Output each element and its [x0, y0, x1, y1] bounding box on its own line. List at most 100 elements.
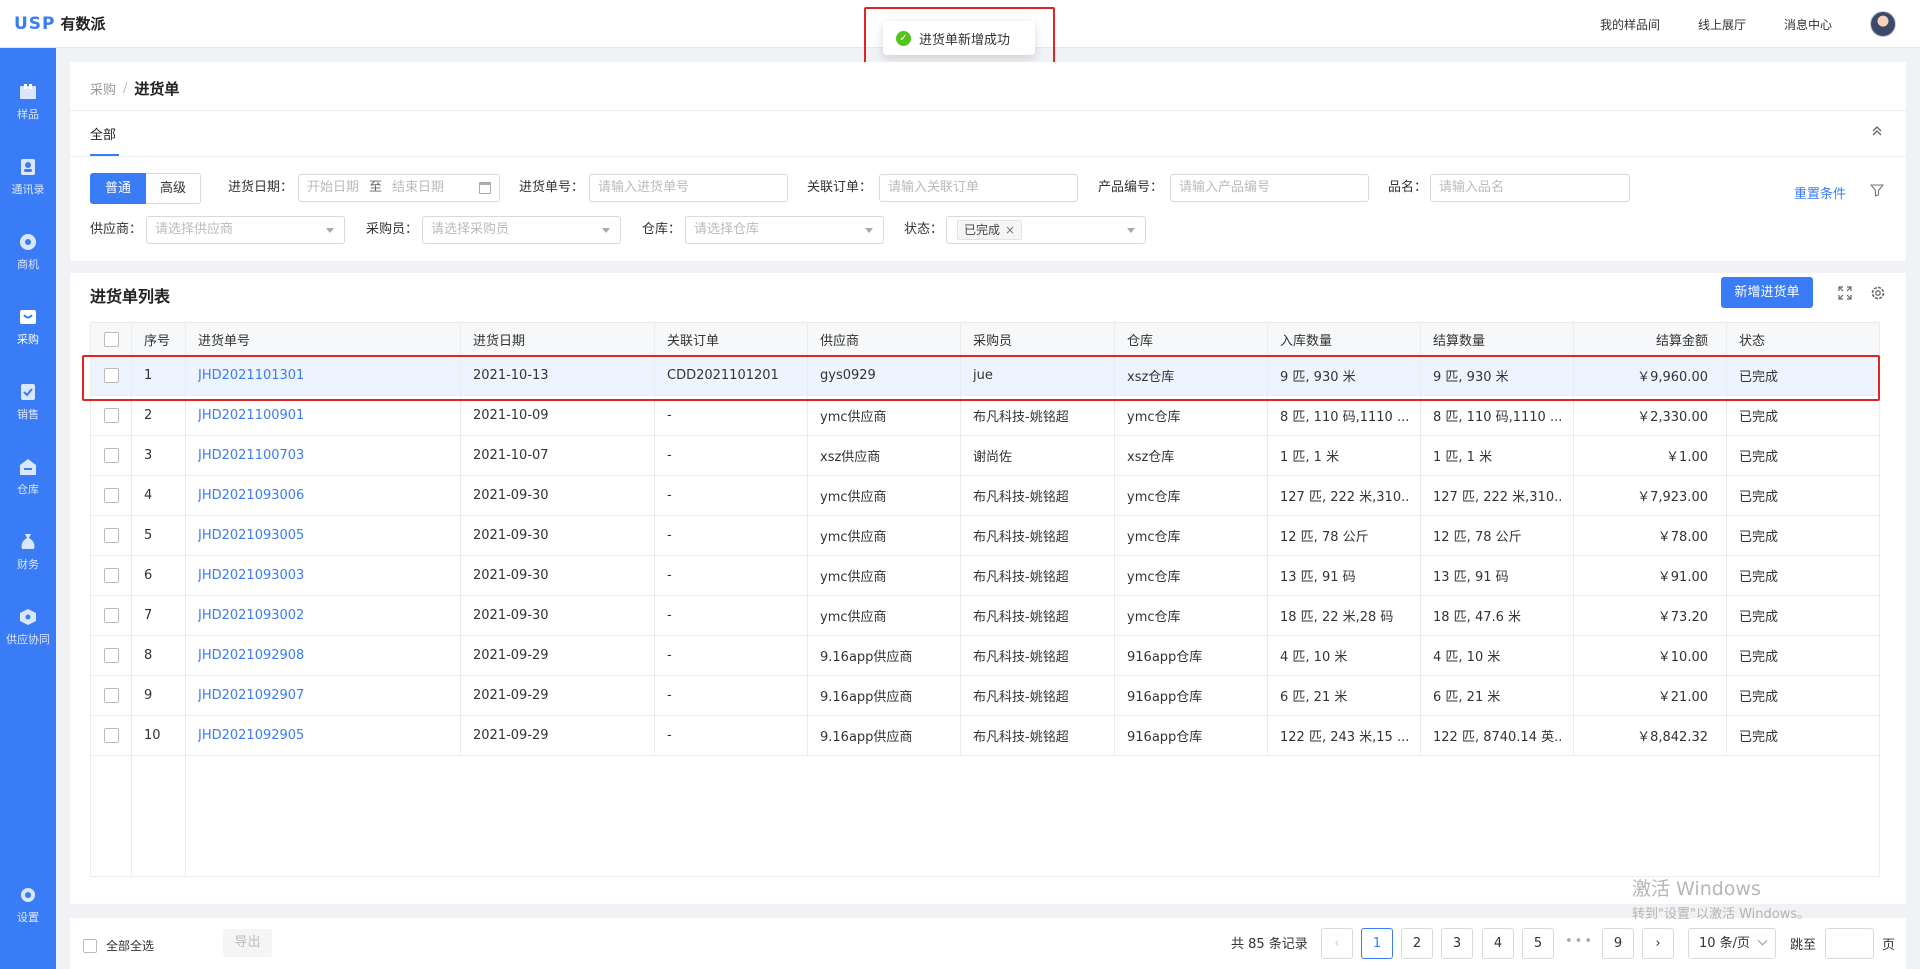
table-row[interactable]: 2 JHD2021100901 2021-10-09 - ymc供应商 布凡科技-姚铭超 y…	[91, 396, 1879, 436]
sidebar-item-contacts[interactable]: 通讯录	[0, 146, 56, 206]
page-1[interactable]: 1	[1361, 928, 1393, 959]
sidebar-item-sales[interactable]: 销售	[0, 371, 56, 431]
related-order-input[interactable]: 请输入关联订单	[879, 174, 1078, 202]
cell-supplier: ymc供应商	[820, 570, 887, 585]
cell-index: 5	[144, 528, 153, 543]
cell-order-no[interactable]: JHD2021093002	[198, 596, 304, 635]
table-row[interactable]: 10 JHD2021092905 2021-09-29 - 9.16app供应商 布凡科技…	[91, 716, 1879, 756]
sidebar-label: 样品	[17, 108, 39, 121]
row-checkbox[interactable]	[104, 728, 119, 743]
page-4[interactable]: 4	[1482, 928, 1514, 959]
tag-close-icon[interactable]: ×	[1005, 223, 1015, 237]
table-row[interactable]: 9 JHD2021092907 2021-09-29 - 9.16app供应商 布凡科技-…	[91, 676, 1879, 716]
breadcrumb-parent[interactable]: 采购	[90, 79, 116, 98]
row-checkbox[interactable]	[104, 568, 119, 583]
mode-advanced-button[interactable]: 高级	[146, 173, 202, 204]
gear-icon[interactable]	[1870, 285, 1886, 301]
table-row[interactable]: 3 JHD2021100703 2021-10-07 - xsz供应商 谢尚佐 xsz仓库 1…	[91, 436, 1879, 476]
row-checkbox[interactable]	[104, 688, 119, 703]
sidebar-item-sample[interactable]: 样品	[0, 71, 56, 131]
warehouse-select[interactable]: 请选择仓库	[685, 216, 884, 244]
mode-normal-button[interactable]: 普通	[90, 173, 147, 204]
table-row[interactable]: 8 JHD2021092908 2021-09-29 - 9.16app供应商 布凡科技-…	[91, 636, 1879, 676]
add-purchase-order-button[interactable]: 新增进货单	[1721, 277, 1813, 308]
page-size-select[interactable]: 10 条/页	[1688, 928, 1776, 959]
table-row[interactable]: 6 JHD2021093003 2021-09-30 - ymc供应商 布凡科技-姚铭超 y…	[91, 556, 1879, 596]
sidebar-item-warehouse[interactable]: 仓库	[0, 446, 56, 506]
cell-supplier: ymc供应商	[820, 610, 887, 625]
caret-down-icon	[1127, 228, 1135, 233]
sidebar-item-supply-collab[interactable]: 供应协同	[0, 596, 56, 656]
cell-index: 9	[144, 688, 153, 703]
row-checkbox[interactable]	[104, 608, 119, 623]
sidebar-item-purchase[interactable]: 采购	[0, 296, 56, 356]
cell-buyer: 布凡科技-姚铭超	[973, 650, 1069, 665]
cell-order-no[interactable]: JHD2021092907	[198, 676, 304, 715]
product-name-input[interactable]: 请输入品名	[1430, 174, 1630, 202]
nav-message-center[interactable]: 消息中心	[1784, 16, 1832, 33]
row-checkbox-cell	[104, 516, 119, 555]
row-checkbox[interactable]	[104, 648, 119, 663]
cell-order-no[interactable]: JHD2021100901	[198, 396, 304, 435]
fullscreen-icon[interactable]	[1837, 285, 1853, 301]
buyer-label: 采购员：	[366, 222, 419, 237]
cell-order-no[interactable]: JHD2021093006	[198, 476, 304, 515]
chevron-up-icon[interactable]	[1870, 124, 1884, 138]
cell-order-no[interactable]: JHD2021093003	[198, 556, 304, 595]
select-all-group[interactable]: 全部全选	[83, 937, 154, 954]
reset-filters-link[interactable]: 重置条件	[1794, 183, 1846, 202]
buyer-select[interactable]: 请选择采购员	[422, 216, 621, 244]
cell-order-no[interactable]: JHD2021093005	[198, 516, 304, 555]
tab-all[interactable]: 全部	[90, 124, 116, 143]
status-select[interactable]: 已完成 ×	[946, 216, 1146, 244]
row-checkbox-cell	[104, 596, 119, 635]
avatar[interactable]	[1870, 11, 1896, 37]
row-checkbox-cell	[104, 716, 119, 755]
sidebar-item-opportunity[interactable]: 商机	[0, 221, 56, 281]
jump-page-input[interactable]	[1825, 928, 1874, 959]
table-row[interactable]: 4 JHD2021093006 2021-09-30 - ymc供应商 布凡科技-姚铭超 y…	[91, 476, 1879, 516]
filter-icon[interactable]	[1869, 183, 1885, 197]
cell-settle-qty: 18 匹, 47.6 米	[1433, 610, 1522, 625]
page-2[interactable]: 2	[1401, 928, 1433, 959]
row-checkbox[interactable]	[104, 528, 119, 543]
cell-order-no[interactable]: JHD2021092905	[198, 716, 304, 755]
cell-order-no[interactable]: JHD2021092908	[198, 636, 304, 675]
row-checkbox[interactable]	[104, 408, 119, 423]
cell-related-order: -	[667, 608, 672, 623]
supplier-select[interactable]: 请选择供应商	[146, 216, 345, 244]
page-9[interactable]: 9	[1602, 928, 1634, 959]
select-all-checkbox[interactable]	[104, 331, 119, 347]
sidebar-item-settings[interactable]: 设置	[0, 874, 56, 934]
next-page-button[interactable]: ›	[1642, 928, 1674, 959]
sidebar-item-finance[interactable]: 财务	[0, 521, 56, 581]
nav-online-showroom[interactable]: 线上展厅	[1698, 16, 1746, 33]
logo[interactable]: USP 有数派	[0, 13, 200, 34]
cell-date: 2021-09-29	[473, 688, 549, 703]
prev-page-button[interactable]: ‹	[1321, 928, 1353, 959]
sidebar-label: 供应协同	[6, 633, 50, 646]
cell-buyer: 布凡科技-姚铭超	[973, 690, 1069, 705]
page-3[interactable]: 3	[1441, 928, 1473, 959]
cell-index: 4	[144, 488, 153, 503]
cell-warehouse: xsz仓库	[1127, 450, 1175, 465]
nav-my-sample-room[interactable]: 我的样品间	[1600, 16, 1660, 33]
product-no-input[interactable]: 请输入产品编号	[1170, 174, 1369, 202]
order-no-input[interactable]: 请输入进货单号	[589, 174, 788, 202]
cell-related-order: -	[667, 408, 672, 423]
export-button[interactable]: 导出	[223, 929, 272, 957]
page-5[interactable]: 5	[1522, 928, 1554, 959]
row-checkbox[interactable]	[104, 448, 119, 463]
cell-order-no[interactable]: JHD2021100703	[198, 436, 304, 475]
cell-index: 7	[144, 608, 153, 623]
cell-supplier: ymc供应商	[820, 410, 887, 425]
table-header: 序号 进货单号 进货日期 关联订单 供应商 采购员 仓库 入库数量 结算数量 结…	[91, 323, 1879, 356]
table-row[interactable]: 5 JHD2021093005 2021-09-30 - ymc供应商 布凡科技-姚铭超 y…	[91, 516, 1879, 556]
date-range-picker[interactable]: 开始日期至结束日期	[298, 174, 500, 202]
select-all-footer-checkbox[interactable]	[83, 938, 97, 953]
cell-status: 已完成	[1739, 730, 1779, 745]
table-row[interactable]: 7 JHD2021093002 2021-09-30 - ymc供应商 布凡科技-姚铭超 y…	[91, 596, 1879, 636]
row-checkbox[interactable]	[104, 488, 119, 503]
page-ellipsis[interactable]: •••	[1565, 934, 1594, 949]
sidebar-label: 商机	[17, 258, 39, 271]
